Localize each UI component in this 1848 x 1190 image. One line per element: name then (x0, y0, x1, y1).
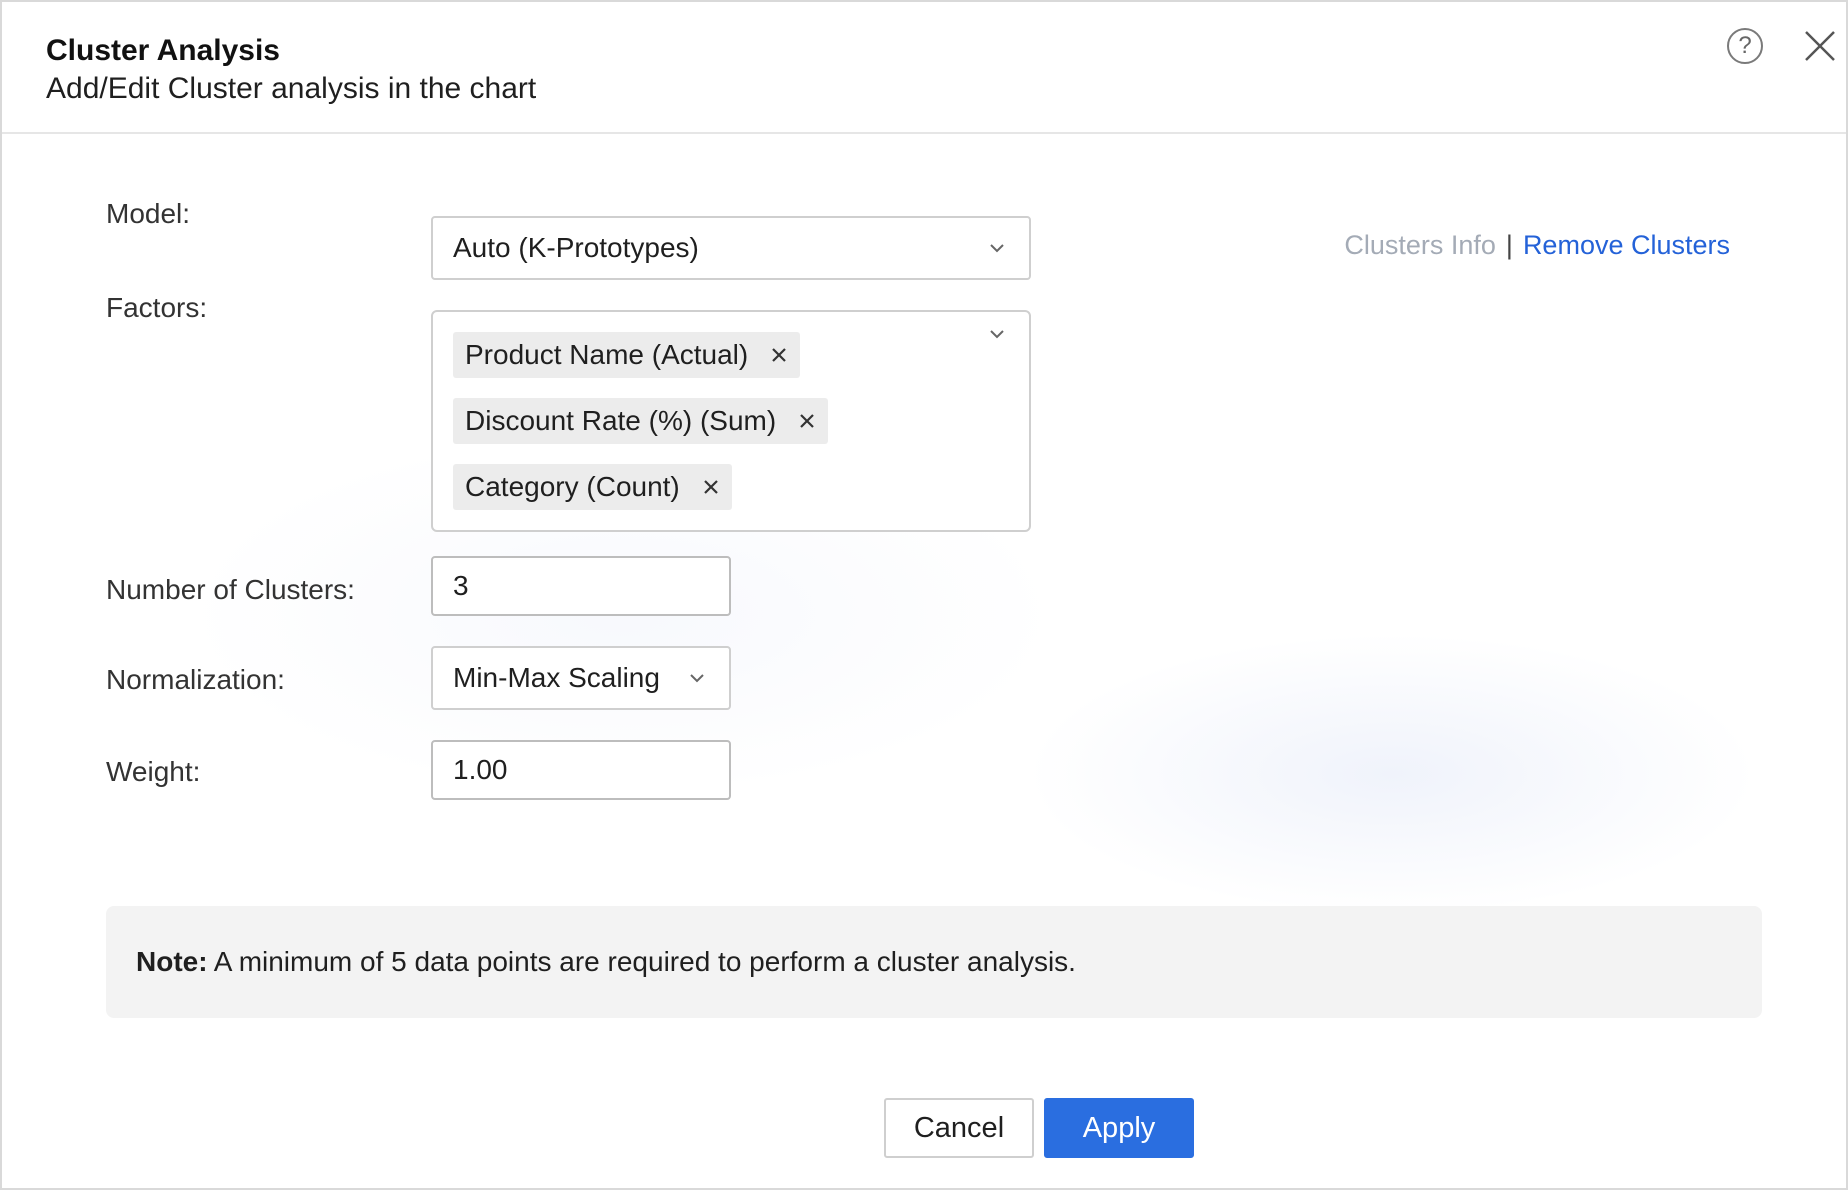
normalization-select[interactable]: Min-Max Scaling (431, 646, 731, 710)
factors-label: Factors: (106, 292, 208, 323)
model-label: Model: (106, 198, 191, 229)
dialog-subtitle: Add/Edit Cluster analysis in the chart (46, 72, 537, 105)
model-select-value: Auto (K-Prototypes) (453, 232, 699, 263)
chevron-down-icon (690, 674, 704, 683)
chevron-down-icon (990, 244, 1004, 253)
dialog-title: Cluster Analysis (46, 34, 280, 67)
help-circle-icon[interactable]: ? (1727, 28, 1763, 64)
link-separator: | (1505, 230, 1513, 260)
clusters-label: Number of Clusters: (106, 574, 355, 605)
clusters-info-link[interactable]: Clusters Info (1344, 230, 1496, 260)
weight-input[interactable]: 1.00 (431, 740, 731, 800)
normalization-label: Normalization: (106, 664, 285, 695)
dialog-body: Model: Auto (K-Prototypes) Clusters Info… (2, 134, 1846, 1188)
factor-chip: Product Name (Actual) (453, 332, 801, 378)
note-prefix: Note: (136, 946, 208, 977)
normalization-select-value: Min-Max Scaling (453, 662, 660, 693)
apply-button[interactable]: Apply (1044, 1098, 1194, 1158)
factor-chip: Category (Count) (453, 464, 732, 510)
x-icon[interactable] (770, 346, 788, 364)
model-select[interactable]: Auto (K-Prototypes) (431, 216, 1031, 280)
close-icon[interactable] (1802, 28, 1838, 64)
remove-clusters-link[interactable]: Remove Clusters (1523, 230, 1730, 260)
clusters-input[interactable]: 3 (431, 556, 731, 616)
x-icon[interactable] (702, 478, 720, 496)
factor-chip-label: Discount Rate (%) (Sum) (465, 405, 777, 436)
factors-multiselect[interactable]: Product Name (Actual) Discount Rate (%) … (431, 310, 1031, 532)
cluster-analysis-dialog: Cluster Analysis Add/Edit Cluster analys… (0, 0, 1848, 1190)
factor-chip: Discount Rate (%) (Sum) (453, 398, 829, 444)
cluster-links: Clusters Info | Remove Clusters (1344, 230, 1730, 261)
cancel-button[interactable]: Cancel (884, 1098, 1034, 1158)
dialog-header: Cluster Analysis Add/Edit Cluster analys… (2, 2, 1846, 134)
factor-chip-label: Category (Count) (465, 471, 680, 502)
weight-label: Weight: (106, 756, 201, 787)
note-box: Note: A minimum of 5 data points are req… (106, 906, 1762, 1018)
factor-chip-label: Product Name (Actual) (465, 339, 749, 370)
note-text: A minimum of 5 data points are required … (207, 946, 1076, 977)
chevron-down-icon[interactable] (989, 326, 1005, 342)
x-icon[interactable] (798, 412, 816, 430)
